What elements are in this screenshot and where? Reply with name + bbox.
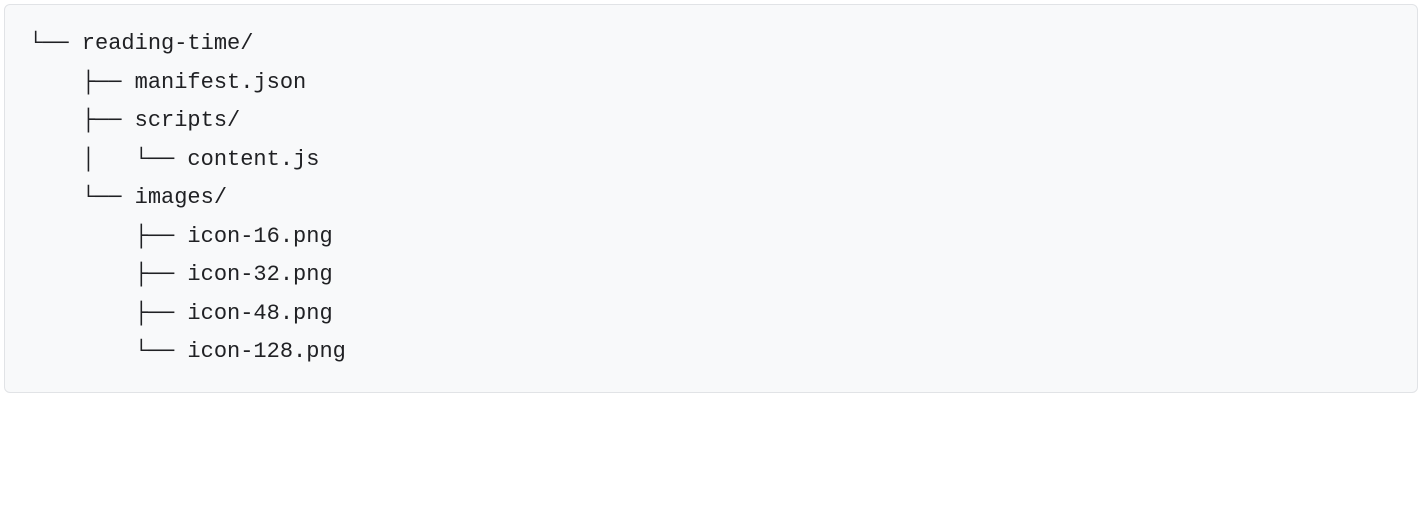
tree-line-icon-128: └── icon-128.png	[29, 333, 1393, 372]
file-tree-code-block: └── reading-time/ ├── manifest.json ├── …	[4, 4, 1418, 393]
tree-line-icon-32: ├── icon-32.png	[29, 256, 1393, 295]
tree-line-content-js: │ └── content.js	[29, 141, 1393, 180]
tree-line-icon-16: ├── icon-16.png	[29, 218, 1393, 257]
tree-line-manifest: ├── manifest.json	[29, 64, 1393, 103]
tree-line-scripts-dir: ├── scripts/	[29, 102, 1393, 141]
tree-line-images-dir: └── images/	[29, 179, 1393, 218]
tree-line-root: └── reading-time/	[29, 25, 1393, 64]
tree-line-icon-48: ├── icon-48.png	[29, 295, 1393, 334]
